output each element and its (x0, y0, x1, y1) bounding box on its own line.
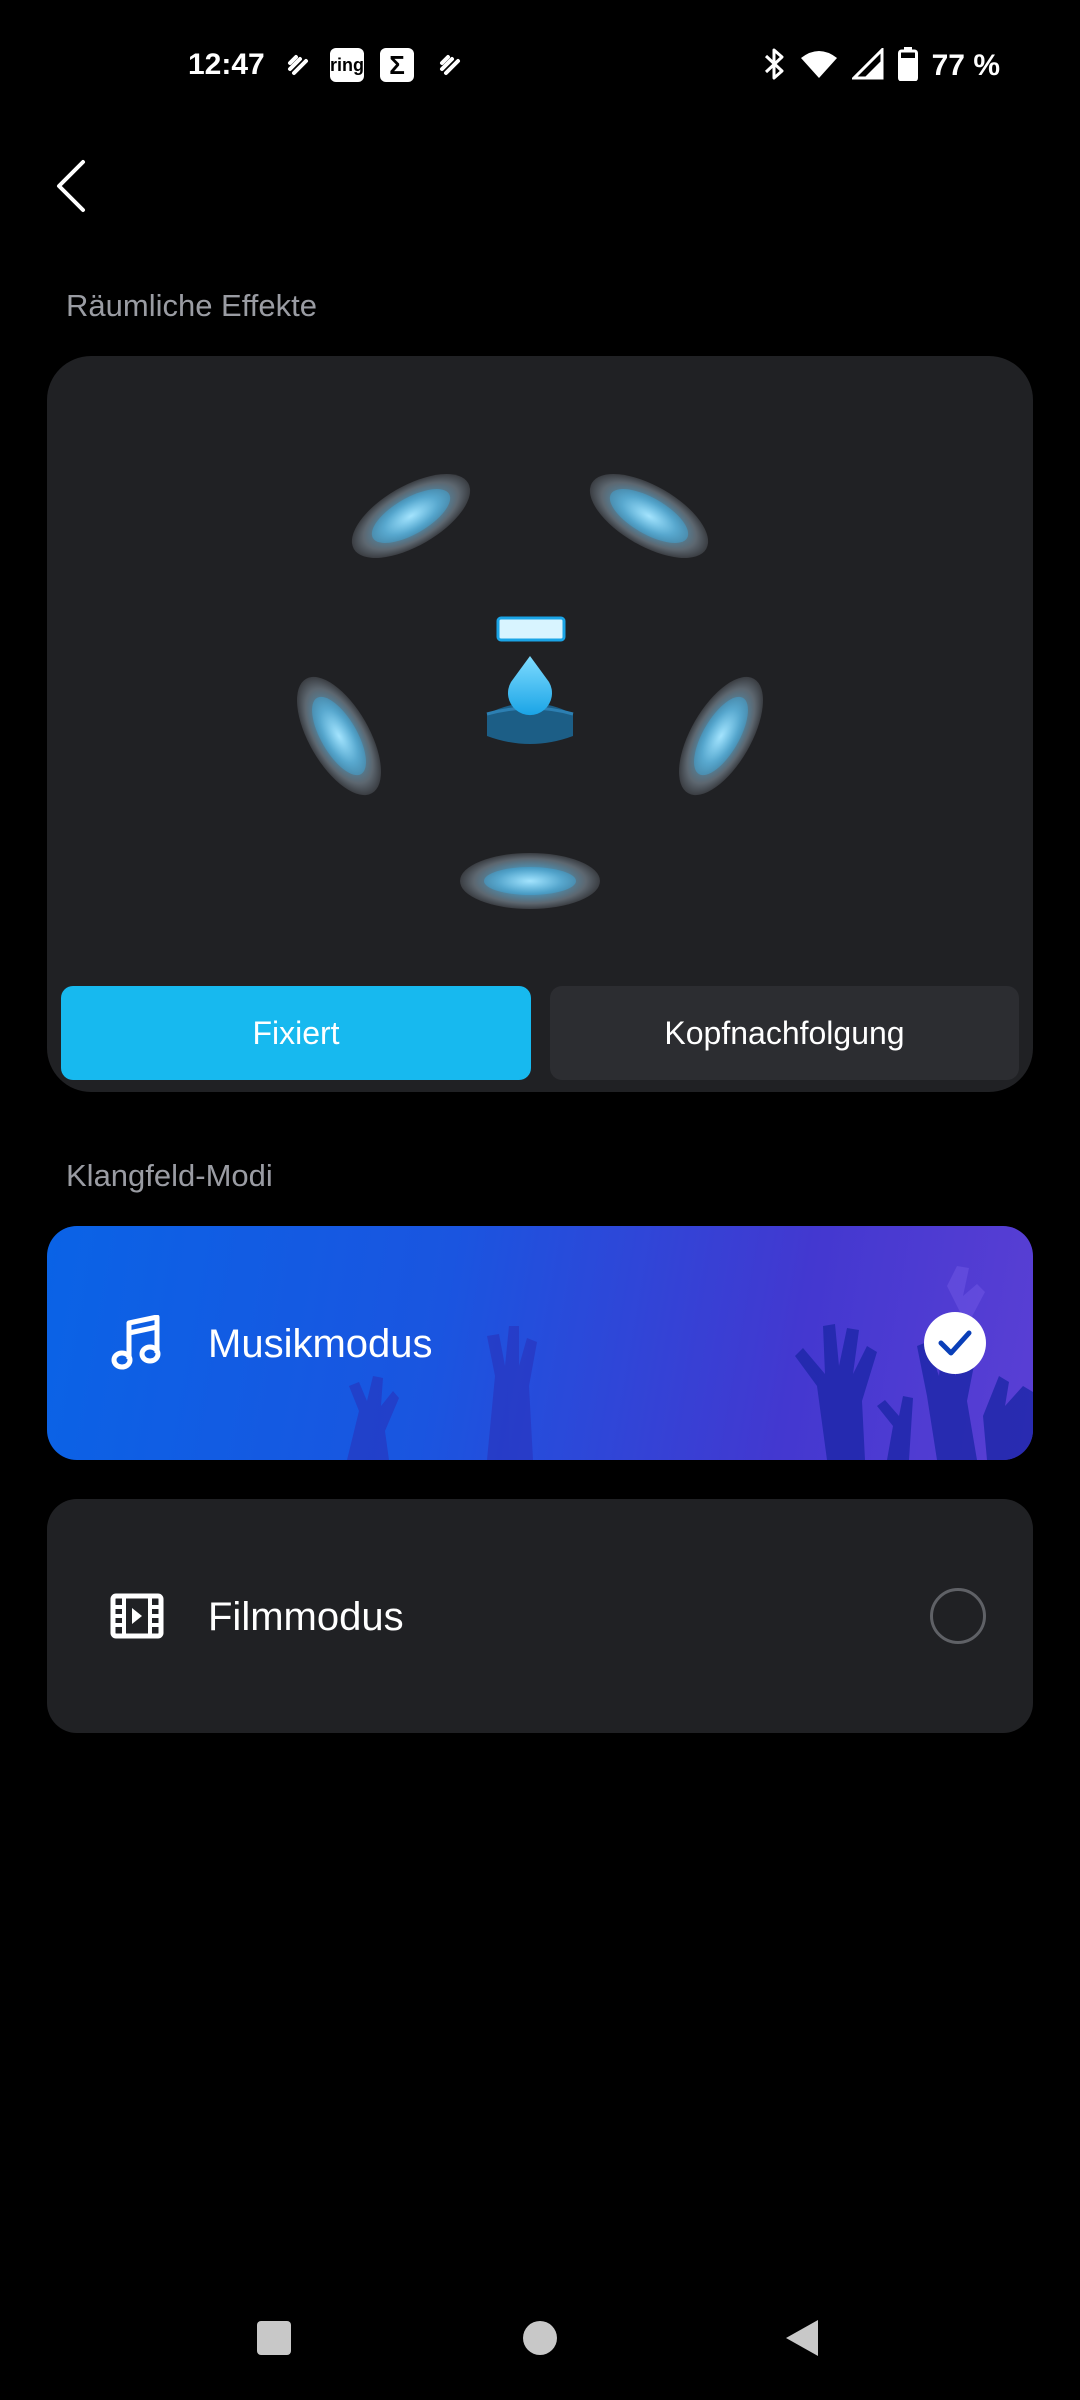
status-right: 77 % (762, 45, 1000, 86)
ring-label: ring (330, 48, 364, 82)
film-mode-card[interactable]: Filmmodus (47, 1499, 1033, 1733)
music-mode-label: Musikmodus (208, 1322, 433, 1366)
spatial-speaker-illustration (297, 474, 763, 909)
speaker-rear (460, 853, 600, 909)
square-icon (256, 2320, 292, 2361)
circle-icon (522, 2320, 558, 2361)
battery-percent: 77 % (931, 49, 1000, 82)
soundfield-section-title: Klangfeld-Modi (66, 1158, 273, 1193)
heart-link-icon (282, 46, 314, 84)
spatial-section-title: Räumliche Effekte (66, 288, 317, 323)
check-icon (924, 1312, 986, 1374)
wifi-icon (800, 49, 838, 84)
option-head-tracking[interactable]: Kopfnachfolgung (550, 986, 1019, 1080)
status-bar: 12:47 ring Σ 77 % (0, 0, 1080, 136)
heart-link-icon (434, 46, 466, 84)
system-nav-bar (0, 2280, 1080, 2400)
sigma-label: Σ (380, 48, 414, 82)
speaker-front-right (589, 474, 709, 558)
music-mode-card[interactable]: Musikmodus (47, 1226, 1033, 1460)
speaker-right (679, 676, 763, 796)
battery-icon (897, 46, 918, 86)
back-nav-button[interactable] (772, 2310, 832, 2370)
speaker-front-left (351, 474, 471, 558)
ring-icon: ring (330, 46, 364, 84)
film-mode-label: Filmmodus (208, 1595, 404, 1639)
home-button[interactable] (510, 2310, 570, 2370)
film-mode-radio[interactable] (930, 1588, 986, 1644)
recents-button[interactable] (244, 2310, 304, 2370)
signal-icon (849, 45, 884, 85)
back-button[interactable] (40, 150, 100, 226)
speaker-left (297, 676, 381, 796)
crowd-background (347, 1266, 1033, 1460)
option-fixed[interactable]: Fixiert (61, 986, 531, 1080)
bluetooth-icon (762, 47, 786, 86)
film-icon (103, 1582, 171, 1650)
spatial-effects-card: Fixiert Kopfnachfolgung (47, 356, 1033, 1092)
triangle-back-icon (784, 2318, 820, 2363)
music-note-icon (103, 1309, 171, 1377)
listener-figure (486, 616, 574, 744)
chevron-left-icon (53, 158, 87, 219)
sigma-icon: Σ (380, 46, 414, 84)
status-time: 12:47 (188, 48, 265, 81)
